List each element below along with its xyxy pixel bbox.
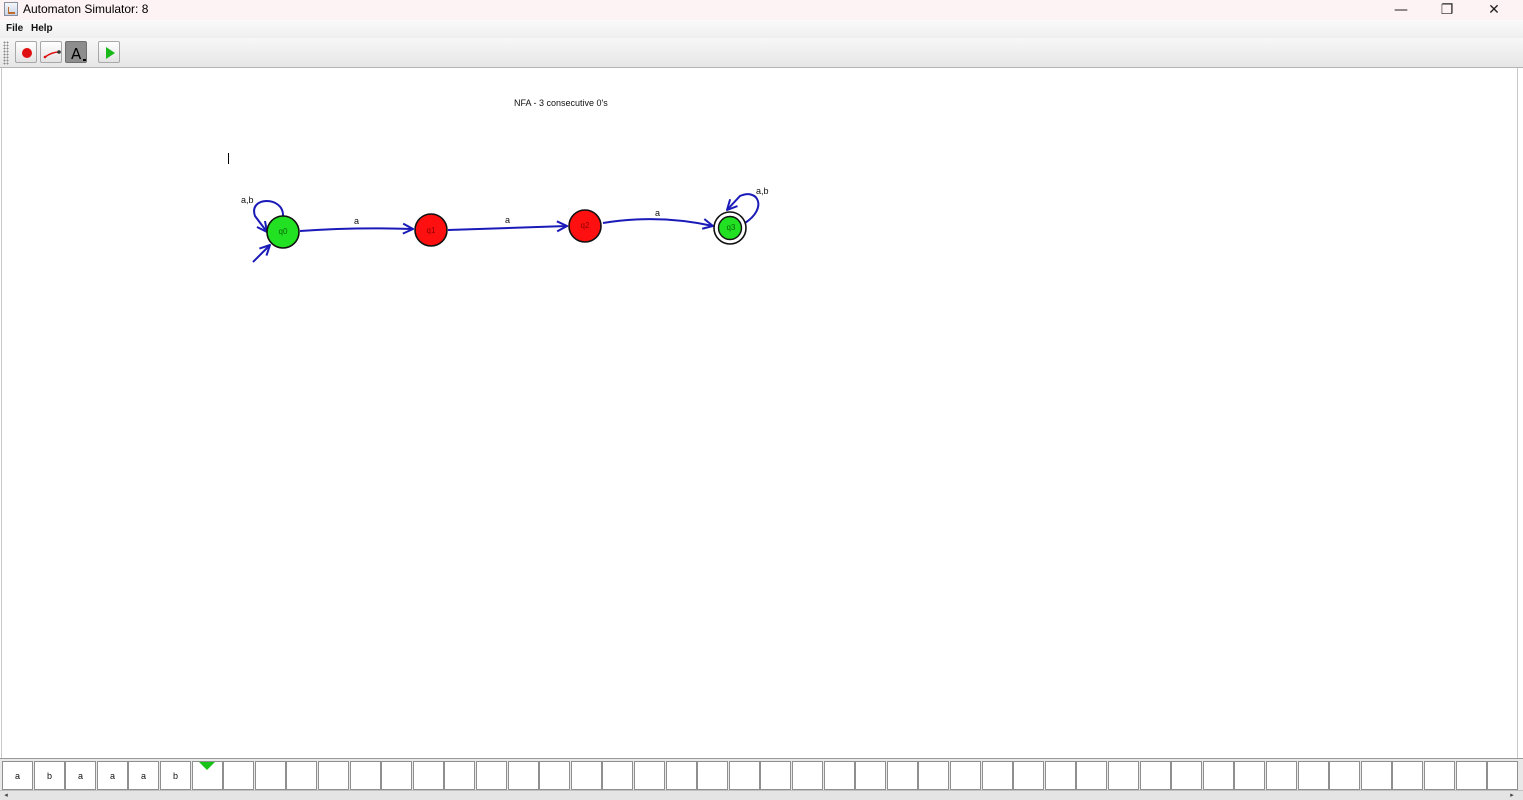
tape-cell[interactable] bbox=[1298, 761, 1329, 790]
scroll-left-arrow[interactable]: ◂ bbox=[1, 791, 11, 800]
state-label-q3: q3 bbox=[727, 223, 736, 232]
tape-cell[interactable]: a bbox=[128, 761, 159, 790]
tape-cell[interactable] bbox=[1456, 761, 1487, 790]
tape-cell[interactable] bbox=[381, 761, 412, 790]
tape-cell[interactable] bbox=[760, 761, 791, 790]
tape-cell[interactable] bbox=[1140, 761, 1171, 790]
tape-cell[interactable] bbox=[1329, 761, 1360, 790]
tape-cell[interactable] bbox=[539, 761, 570, 790]
tape-cell[interactable] bbox=[918, 761, 949, 790]
transition-q0-q1 bbox=[299, 228, 413, 231]
tape-cell[interactable] bbox=[1203, 761, 1234, 790]
tape-cell[interactable] bbox=[855, 761, 886, 790]
tape-cell[interactable] bbox=[982, 761, 1013, 790]
input-tape: abaaab bbox=[0, 758, 1523, 790]
automaton-diagram: a,b a a a a,b q0 q1 q2 q3 bbox=[241, 186, 769, 263]
tape-cell[interactable] bbox=[729, 761, 760, 790]
transition-q1-q2 bbox=[447, 226, 567, 230]
tape-cell[interactable] bbox=[602, 761, 633, 790]
tape-cell[interactable] bbox=[1076, 761, 1107, 790]
transition-label-q0-q0: a,b bbox=[241, 195, 254, 205]
tape-cell[interactable] bbox=[887, 761, 918, 790]
horizontal-scrollbar[interactable]: ◂ ▸ bbox=[0, 790, 1523, 800]
scroll-right-arrow[interactable]: ▸ bbox=[1507, 791, 1517, 800]
state-q0[interactable]: q0 bbox=[266, 215, 300, 249]
tape-cell[interactable] bbox=[476, 761, 507, 790]
tape-cell[interactable]: a bbox=[97, 761, 128, 790]
tape-cell[interactable]: b bbox=[34, 761, 65, 790]
transition-label-q0-q1: a bbox=[354, 216, 359, 226]
transition-label-q1-q2: a bbox=[505, 215, 510, 225]
tape-cell[interactable] bbox=[1266, 761, 1297, 790]
tape-cell[interactable] bbox=[1487, 761, 1518, 790]
tape-head-marker bbox=[199, 762, 215, 770]
tape-cell[interactable] bbox=[697, 761, 728, 790]
transition-label-q2-q3: a bbox=[655, 208, 660, 218]
tape-cell[interactable]: b bbox=[160, 761, 191, 790]
tape-cell[interactable] bbox=[571, 761, 602, 790]
tape-cell[interactable] bbox=[1171, 761, 1202, 790]
tape-cell[interactable] bbox=[286, 761, 317, 790]
tape-cell[interactable] bbox=[223, 761, 254, 790]
tape-cell[interactable]: a bbox=[65, 761, 96, 790]
tape-cell[interactable] bbox=[1108, 761, 1139, 790]
tape-cell[interactable] bbox=[444, 761, 475, 790]
transition-q2-q3 bbox=[602, 218, 713, 226]
tape-cell[interactable] bbox=[950, 761, 981, 790]
tape-cell[interactable] bbox=[1234, 761, 1265, 790]
state-q2[interactable]: q2 bbox=[568, 209, 602, 243]
transition-label-q3-q3: a,b bbox=[756, 186, 769, 196]
state-q3[interactable]: q3 bbox=[713, 211, 747, 245]
tape-cell[interactable] bbox=[413, 761, 444, 790]
tape-cell[interactable] bbox=[1392, 761, 1423, 790]
tape-cell[interactable] bbox=[1013, 761, 1044, 790]
initial-arrow bbox=[252, 245, 270, 263]
tape-cell[interactable] bbox=[350, 761, 381, 790]
tape-cell[interactable] bbox=[792, 761, 823, 790]
state-label-q0: q0 bbox=[279, 227, 288, 236]
tape-cell[interactable] bbox=[634, 761, 665, 790]
tape-cell[interactable] bbox=[318, 761, 349, 790]
state-label-q1: q1 bbox=[427, 226, 436, 235]
tape-cell[interactable] bbox=[666, 761, 697, 790]
tape-cell[interactable]: a bbox=[2, 761, 33, 790]
tape-cell[interactable] bbox=[1045, 761, 1076, 790]
state-label-q2: q2 bbox=[581, 221, 590, 230]
tape-cell[interactable] bbox=[1361, 761, 1392, 790]
tape-cell[interactable] bbox=[1424, 761, 1455, 790]
tape-cell[interactable] bbox=[255, 761, 286, 790]
tape-cell[interactable] bbox=[824, 761, 855, 790]
tape-cell[interactable] bbox=[508, 761, 539, 790]
state-q1[interactable]: q1 bbox=[414, 213, 448, 247]
